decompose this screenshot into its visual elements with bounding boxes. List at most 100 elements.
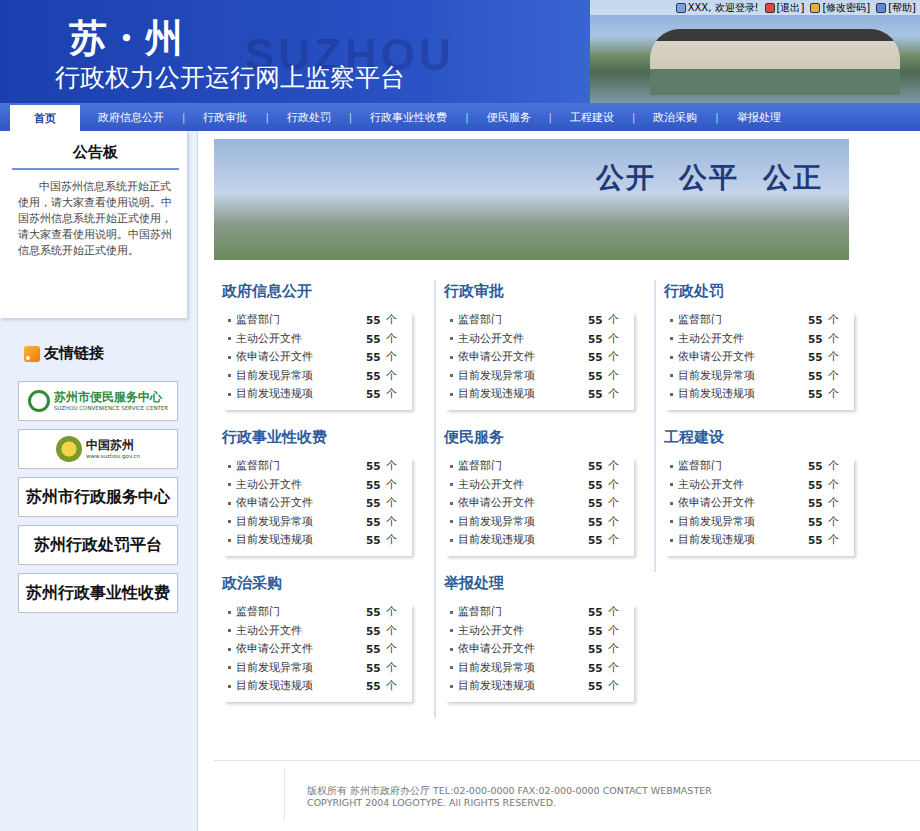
section-title[interactable]: 工程建设: [664, 428, 874, 447]
section-title[interactable]: 政府信息公开: [222, 282, 434, 301]
nav-item[interactable]: 政治采购: [641, 103, 709, 131]
section-row[interactable]: 目前发现违规项55个: [444, 385, 634, 404]
section-row[interactable]: 依申请公开文件55个: [664, 494, 854, 513]
section-card: 监督部门55个主动公开文件55个依申请公开文件55个目前发现异常项55个目前发现…: [664, 311, 854, 410]
section-row[interactable]: 主动公开文件55个: [222, 476, 412, 495]
bullet-icon: [450, 465, 453, 468]
logo-title: 苏州市便民服务中心: [54, 391, 168, 404]
section-title[interactable]: 便民服务: [444, 428, 654, 447]
row-label: 主动公开文件: [678, 332, 808, 346]
section-title[interactable]: 行政事业性收费: [222, 428, 434, 447]
section-row[interactable]: 主动公开文件55个: [222, 622, 412, 641]
section-row[interactable]: 依申请公开文件55个: [222, 348, 412, 367]
section-row[interactable]: 目前发现异常项55个: [444, 659, 634, 678]
row-unit: 个: [828, 350, 844, 364]
section-row[interactable]: 目前发现异常项55个: [222, 659, 412, 678]
bullet-icon: [450, 629, 453, 632]
section-row[interactable]: 监督部门55个: [444, 311, 634, 330]
section-row[interactable]: 监督部门55个: [222, 311, 412, 330]
row-unit: 个: [608, 624, 624, 638]
nav-item[interactable]: 工程建设: [558, 103, 626, 131]
section-row[interactable]: 监督部门55个: [222, 457, 412, 476]
link-card[interactable]: 苏州市便民服务中心SUZHOU CONVENIENCE SERVICE CENT…: [18, 381, 178, 421]
bullet-icon: [670, 356, 673, 359]
nav-item[interactable]: 行政审批: [191, 103, 259, 131]
section-row[interactable]: 主动公开文件55个: [664, 476, 854, 495]
section-row[interactable]: 目前发现异常项55个: [444, 513, 634, 532]
section-row[interactable]: 主动公开文件55个: [444, 622, 634, 641]
link-card[interactable]: 苏州行政处罚平台: [18, 525, 178, 565]
section-row[interactable]: 主动公开文件55个: [444, 476, 634, 495]
section-row[interactable]: 监督部门55个: [664, 457, 854, 476]
row-count: 55: [588, 314, 608, 326]
section: 工程建设监督部门55个主动公开文件55个依申请公开文件55个目前发现异常项55个…: [654, 426, 874, 572]
section-row[interactable]: 目前发现异常项55个: [664, 367, 854, 386]
section-row[interactable]: 依申请公开文件55个: [222, 640, 412, 659]
row-label: 主动公开文件: [236, 332, 366, 346]
section-row[interactable]: 依申请公开文件55个: [222, 494, 412, 513]
user-link[interactable]: [修改密码]: [810, 1, 870, 15]
bullet-icon: [670, 502, 673, 505]
section-row[interactable]: 监督部门55个: [444, 457, 634, 476]
user-bar: XXX, 欢迎登录! [退出] [修改密码] [帮助]: [590, 0, 920, 15]
nav-item[interactable]: 举报处理: [725, 103, 793, 131]
row-count: 55: [366, 680, 386, 692]
section-row[interactable]: 依申请公开文件55个: [444, 348, 634, 367]
nav-separator: |: [715, 112, 718, 123]
section-row[interactable]: 监督部门55个: [222, 603, 412, 622]
section-row[interactable]: 监督部门55个: [444, 603, 634, 622]
service-center-logo-icon: [28, 390, 50, 412]
section-row[interactable]: 目前发现违规项55个: [664, 385, 854, 404]
row-label: 依申请公开文件: [458, 496, 588, 510]
user-link[interactable]: [帮助]: [876, 1, 916, 15]
bullet-icon: [450, 685, 453, 688]
section-row[interactable]: 目前发现违规项55个: [664, 531, 854, 550]
row-label: 依申请公开文件: [678, 350, 808, 364]
section-row[interactable]: 目前发现异常项55个: [664, 513, 854, 532]
nav-item[interactable]: 便民服务: [475, 103, 543, 131]
section-row[interactable]: 目前发现违规项55个: [222, 531, 412, 550]
user-link[interactable]: XXX, 欢迎登录!: [676, 1, 759, 15]
notice-title: 公告板: [12, 143, 179, 170]
section-row[interactable]: 目前发现违规项55个: [444, 677, 634, 696]
link-card[interactable]: 苏州市行政服务中心: [18, 477, 178, 517]
section-row[interactable]: 目前发现异常项55个: [444, 367, 634, 386]
section-title[interactable]: 行政审批: [444, 282, 654, 301]
section-title[interactable]: 行政处罚: [664, 282, 874, 301]
section-row[interactable]: 目前发现违规项55个: [222, 677, 412, 696]
row-unit: 个: [608, 679, 624, 693]
section-grid: 政府信息公开监督部门55个主动公开文件55个依申请公开文件55个目前发现异常项5…: [214, 280, 920, 718]
logo-subtitle: www.suzhou.gov.cn: [86, 453, 140, 459]
link-card[interactable]: 中国苏州www.suzhou.gov.cn: [18, 429, 178, 469]
link-card[interactable]: 苏州行政事业性收费: [18, 573, 178, 613]
bullet-icon: [670, 337, 673, 340]
section: 便民服务监督部门55个主动公开文件55个依申请公开文件55个目前发现异常项55个…: [434, 426, 654, 572]
nav-item[interactable]: 首页: [10, 105, 80, 131]
row-unit: 个: [386, 350, 402, 364]
row-unit: 个: [608, 478, 624, 492]
section-title[interactable]: 举报处理: [444, 574, 654, 593]
user-link[interactable]: [退出]: [765, 1, 805, 15]
nav-item[interactable]: 行政事业性收费: [358, 103, 459, 131]
section-row[interactable]: 主动公开文件55个: [444, 330, 634, 349]
nav-item[interactable]: 政府信息公开: [86, 103, 176, 131]
section-row[interactable]: 依申请公开文件55个: [444, 640, 634, 659]
section-row[interactable]: 依申请公开文件55个: [444, 494, 634, 513]
row-count: 55: [588, 388, 608, 400]
nav-item[interactable]: 行政处罚: [275, 103, 343, 131]
section-row[interactable]: 目前发现违规项55个: [444, 531, 634, 550]
section-row[interactable]: 依申请公开文件55个: [664, 348, 854, 367]
row-count: 55: [808, 314, 828, 326]
section-row[interactable]: 目前发现异常项55个: [222, 513, 412, 532]
nav-separator: |: [549, 112, 552, 123]
bullet-icon: [670, 539, 673, 542]
section-title[interactable]: 政治采购: [222, 574, 434, 593]
section-row[interactable]: 监督部门55个: [664, 311, 854, 330]
pavilion-photo: [650, 29, 900, 95]
section-row[interactable]: 主动公开文件55个: [222, 330, 412, 349]
section-row[interactable]: 主动公开文件55个: [664, 330, 854, 349]
section-row[interactable]: 目前发现违规项55个: [222, 385, 412, 404]
bullet-icon: [670, 483, 673, 486]
section-row[interactable]: 目前发现异常项55个: [222, 367, 412, 386]
row-count: 55: [366, 351, 386, 363]
